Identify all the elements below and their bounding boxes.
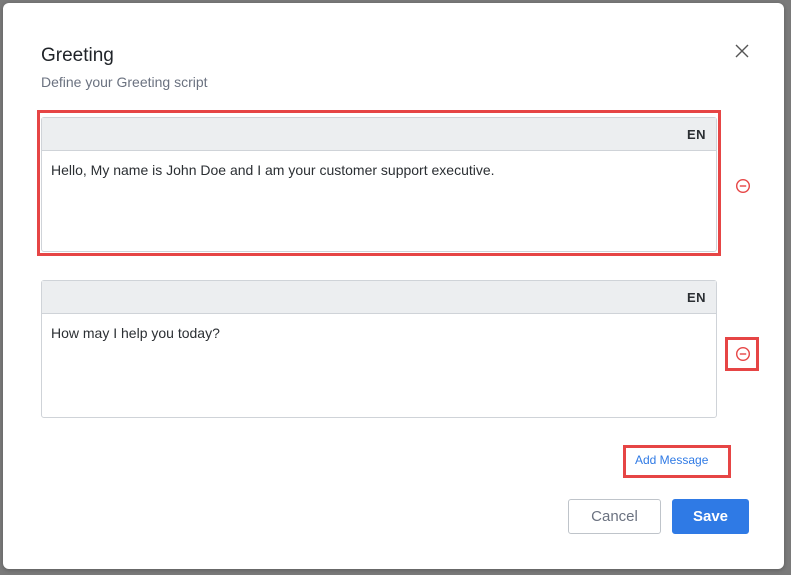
message-card: EN How may I help you today?: [41, 280, 717, 418]
language-label: EN: [686, 289, 706, 305]
language-label: EN: [686, 126, 706, 142]
minus-circle-icon: [735, 178, 751, 194]
save-button[interactable]: Save: [672, 499, 749, 534]
minus-circle-icon: [735, 346, 751, 362]
message-text-area[interactable]: Hello, My name is John Doe and I am your…: [42, 151, 716, 243]
message-card: EN Hello, My name is John Doe and I am y…: [41, 117, 717, 252]
remove-message-button[interactable]: [734, 177, 752, 195]
greeting-dialog: Greeting Define your Greeting script EN …: [3, 3, 784, 569]
remove-message-button[interactable]: [734, 345, 752, 363]
dialog-subtitle: Define your Greeting script: [41, 74, 208, 90]
close-button[interactable]: [730, 39, 754, 63]
add-message-link[interactable]: Add Message: [635, 453, 708, 467]
message-text-area[interactable]: How may I help you today?: [42, 314, 716, 406]
message-header: EN: [42, 118, 716, 151]
dialog-title: Greeting: [41, 45, 114, 66]
close-icon: [735, 44, 749, 58]
message-header: EN: [42, 281, 716, 314]
cancel-button[interactable]: Cancel: [568, 499, 661, 534]
